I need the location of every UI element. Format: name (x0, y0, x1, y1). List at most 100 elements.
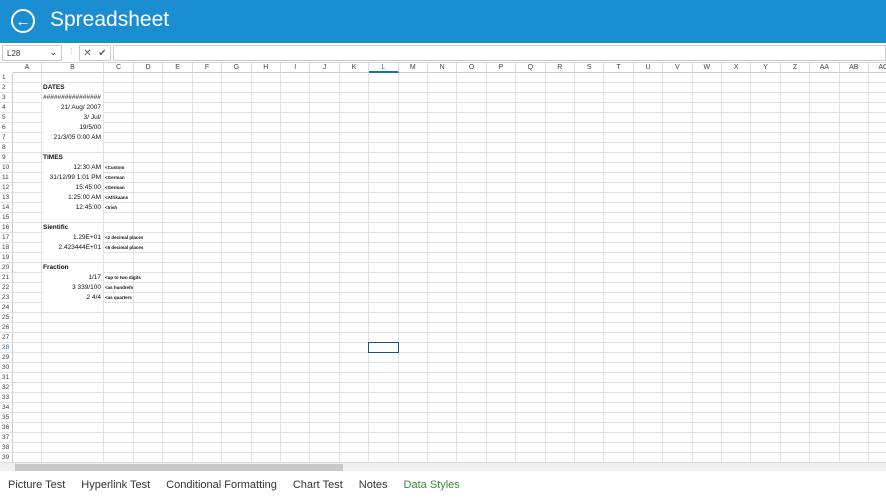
column-header-p[interactable]: P (486, 63, 517, 73)
row-header-28[interactable]: 28 (0, 343, 13, 353)
row-header-13[interactable]: 13 (0, 193, 13, 203)
column-header-h[interactable]: H (251, 63, 281, 73)
column-header-f[interactable]: F (192, 63, 223, 73)
confirm-icon[interactable]: ✔ (98, 48, 106, 59)
sheet-tab-hyperlink-test[interactable]: Hyperlink Test (73, 475, 158, 498)
row-header-3[interactable]: 3 (0, 93, 13, 103)
sheet-tab-data-styles[interactable]: Data Styles (396, 475, 468, 498)
row-header-17[interactable]: 17 (0, 233, 13, 243)
column-header-w[interactable]: W (692, 63, 722, 73)
row-header-37[interactable]: 37 (0, 433, 13, 443)
cancel-icon[interactable]: ✕ (83, 48, 91, 59)
column-header-m[interactable]: M (398, 63, 428, 73)
row-header-7[interactable]: 7 (0, 133, 13, 143)
cell-b10[interactable]: 12:30 AM (43, 163, 103, 173)
cell-b18[interactable]: 2.423444E+01 (43, 243, 103, 253)
row-header-12[interactable]: 12 (0, 183, 13, 193)
column-header-z[interactable]: Z (780, 63, 811, 73)
cell-b4[interactable]: 21/ Aug/ 2007 (43, 103, 103, 113)
column-header-r[interactable]: R (545, 63, 575, 73)
row-header-35[interactable]: 35 (0, 413, 13, 423)
row-header-36[interactable]: 36 (0, 423, 13, 433)
row-header-14[interactable]: 14 (0, 203, 13, 213)
column-header-v[interactable]: V (663, 63, 693, 73)
spreadsheet-grid[interactable]: A B C D E F G H I J K L M N O P Q R S T U V W X Y Z AA AB AC 1 2 3 4 5 6 7 8… (0, 63, 886, 462)
column-header-t[interactable]: T (604, 63, 634, 73)
sheet-tab-picture-test[interactable]: Picture Test (0, 475, 73, 498)
cell-b6[interactable]: 19/5/00 (43, 123, 103, 133)
column-header-b[interactable]: B (42, 63, 104, 73)
row-header-5[interactable]: 5 (0, 113, 13, 123)
column-header-d[interactable]: D (134, 63, 164, 73)
column-header-y[interactable]: Y (751, 63, 781, 73)
cell-b7[interactable]: 21/3/05 0:00 AM (43, 133, 103, 143)
cell-b13[interactable]: 1:25:00 AM (43, 193, 103, 203)
row-header-38[interactable]: 38 (0, 443, 13, 453)
column-header-e[interactable]: E (163, 63, 193, 73)
row-header-24[interactable]: 24 (0, 303, 13, 313)
sheet-tab-chart-test[interactable]: Chart Test (285, 475, 351, 498)
row-header-10[interactable]: 10 (0, 163, 13, 173)
row-header-23[interactable]: 23 (0, 293, 13, 303)
name-box[interactable]: L28 ⌄ (2, 45, 62, 61)
column-header-o[interactable]: O (457, 63, 487, 73)
row-header-25[interactable]: 25 (0, 313, 13, 323)
row-header-16[interactable]: 16 (0, 223, 13, 233)
cell-b16[interactable]: Sientific (43, 223, 103, 233)
row-header-34[interactable]: 34 (0, 403, 13, 413)
column-header-l[interactable]: L (369, 63, 399, 73)
row-header-21[interactable]: 21 (0, 273, 13, 283)
cell-b9[interactable]: TIMES (43, 153, 103, 163)
row-header-2[interactable]: 2 (0, 83, 13, 93)
column-header-g[interactable]: G (222, 63, 252, 73)
column-header-u[interactable]: U (633, 63, 664, 73)
cell-b20[interactable]: Fraction (43, 263, 103, 273)
row-header-9[interactable]: 9 (0, 153, 13, 163)
sheet-tab-notes[interactable]: Notes (351, 475, 396, 498)
column-header-a[interactable]: A (13, 63, 42, 73)
cell-b12[interactable]: 15:45:00 (43, 183, 103, 193)
column-header-ac[interactable]: AC (869, 63, 886, 73)
cell-b23[interactable]: 2 4/4 (43, 293, 103, 303)
row-header-32[interactable]: 32 (0, 383, 13, 393)
column-header-q[interactable]: Q (516, 63, 546, 73)
cell-b22[interactable]: 3 339/100 (43, 283, 103, 293)
column-header-n[interactable]: N (428, 63, 458, 73)
column-header-c[interactable]: C (104, 63, 134, 73)
column-header-i[interactable]: I (281, 63, 311, 73)
row-header-11[interactable]: 11 (0, 173, 13, 183)
sheet-tab-conditional-formatting[interactable]: Conditional Formatting (158, 475, 285, 498)
cell-b2[interactable]: DATES (43, 83, 103, 93)
cell-b3[interactable]: ################ (43, 93, 103, 103)
formula-input[interactable] (113, 45, 886, 61)
row-header-18[interactable]: 18 (0, 243, 13, 253)
row-header-6[interactable]: 6 (0, 123, 13, 133)
column-header-aa[interactable]: AA (810, 63, 840, 73)
row-header-4[interactable]: 4 (0, 103, 13, 113)
horizontal-scrollbar[interactable] (0, 462, 886, 471)
column-header-ab[interactable]: AB (839, 63, 869, 73)
row-header-31[interactable]: 31 (0, 373, 13, 383)
column-header-x[interactable]: X (722, 63, 752, 73)
scrollbar-thumb[interactable] (15, 464, 343, 471)
column-header-s[interactable]: S (575, 63, 605, 73)
row-header-1[interactable]: 1 (0, 73, 13, 83)
cell-b14[interactable]: 12:45:00 (43, 203, 103, 213)
cell-b17[interactable]: 1.29E+01 (43, 233, 103, 243)
row-header-22[interactable]: 22 (0, 283, 13, 293)
cell-b11[interactable]: 31/12/99 1:01 PM (43, 173, 103, 183)
row-header-29[interactable]: 29 (0, 353, 13, 363)
cell-b21[interactable]: 1/17 (43, 273, 103, 283)
row-header-8[interactable]: 8 (0, 143, 13, 153)
row-header-26[interactable]: 26 (0, 323, 13, 333)
cell-b5[interactable]: 3/ Jul/ (43, 113, 103, 123)
row-header-33[interactable]: 33 (0, 393, 13, 403)
row-header-20[interactable]: 20 (0, 263, 13, 273)
row-header-19[interactable]: 19 (0, 253, 13, 263)
row-header-27[interactable]: 27 (0, 333, 13, 343)
back-button[interactable]: ← (11, 9, 35, 33)
row-header-39[interactable]: 39 (0, 453, 13, 462)
column-header-k[interactable]: K (339, 63, 370, 73)
column-header-j[interactable]: J (310, 63, 340, 73)
selected-cell[interactable] (368, 342, 399, 353)
